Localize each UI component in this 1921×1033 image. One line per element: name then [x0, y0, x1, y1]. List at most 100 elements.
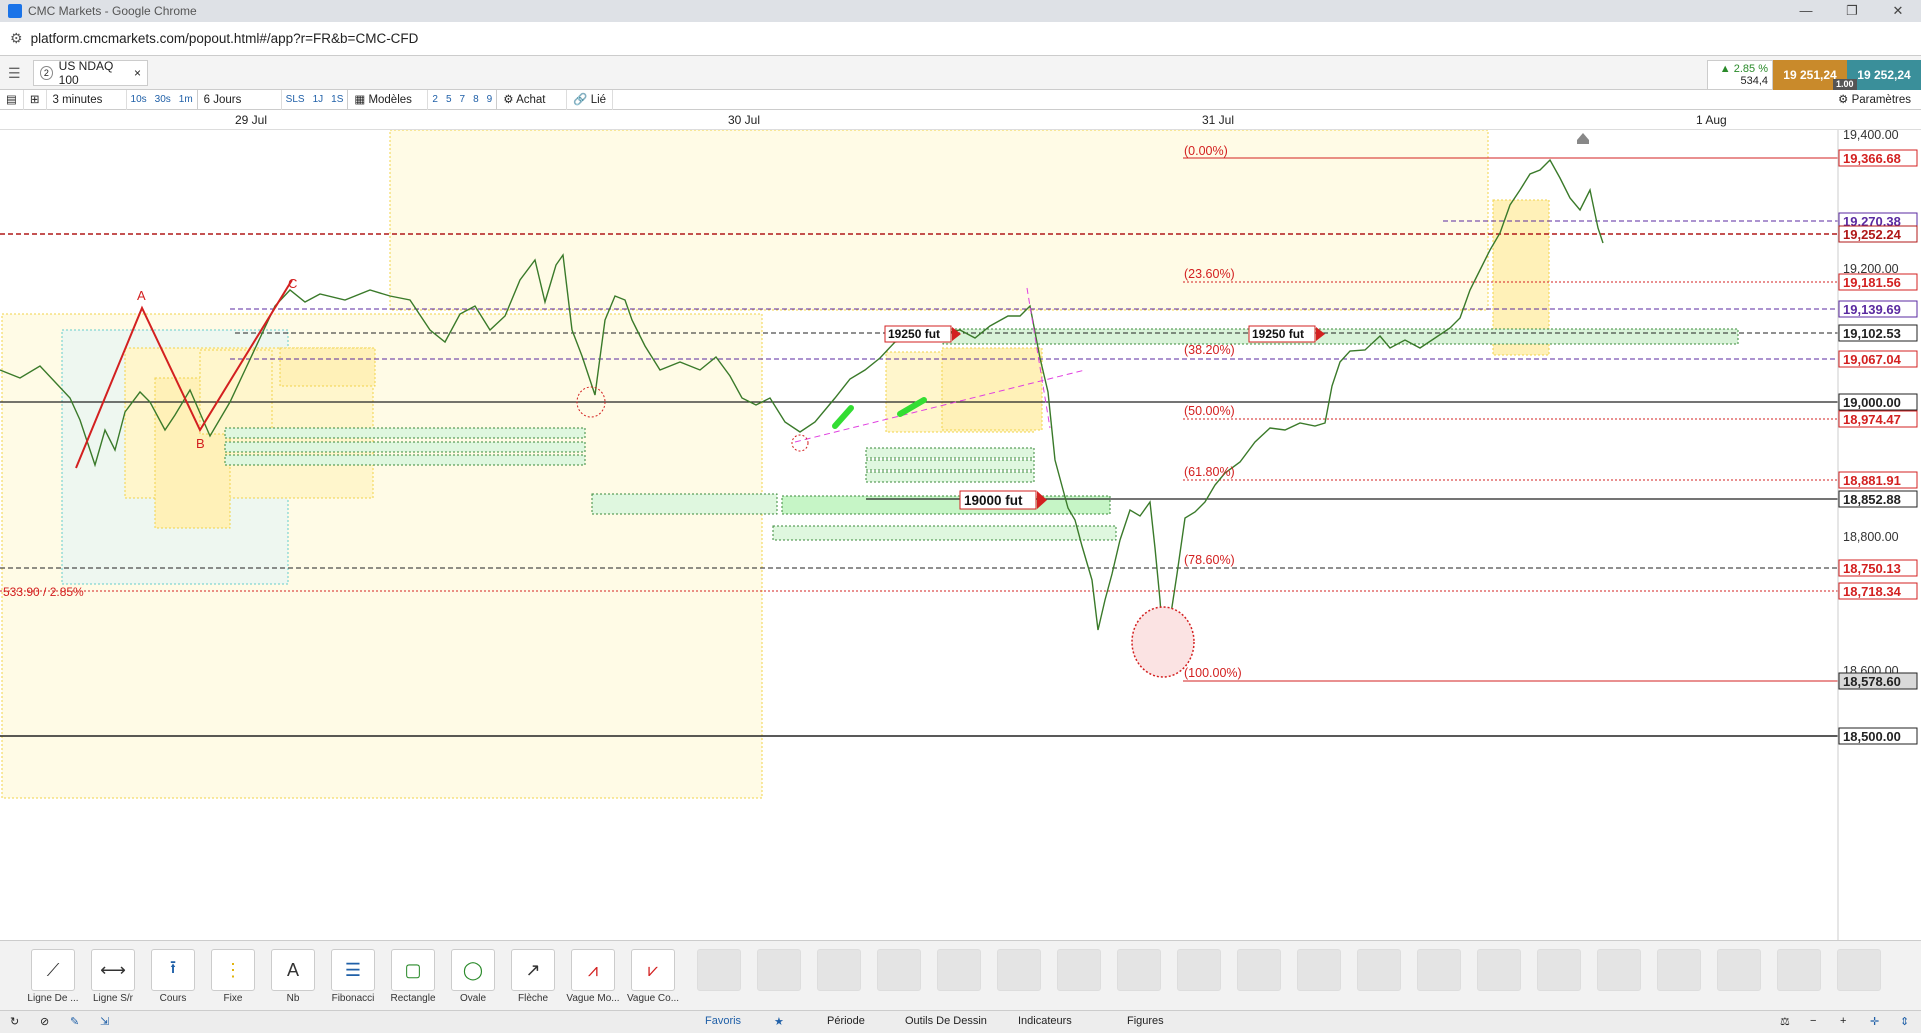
price-label: 18,881.91: [1843, 473, 1901, 488]
cursor-icon[interactable]: ⇲: [100, 1015, 109, 1028]
model-9[interactable]: 9: [483, 89, 498, 110]
models-label: Modèles: [368, 93, 412, 106]
empty-tool-slot[interactable]: [870, 949, 928, 993]
empty-tool-slot[interactable]: [1470, 949, 1528, 993]
tab-favorites[interactable]: Favoris: [705, 1015, 741, 1027]
wave-c-label: C: [288, 276, 297, 291]
url-text[interactable]: platform.cmcmarkets.com/popout.html#/app…: [31, 31, 419, 46]
empty-tool-slot[interactable]: [750, 949, 808, 993]
interval-1m[interactable]: 1m: [175, 89, 198, 110]
site-info-icon[interactable]: ⚙: [10, 30, 23, 47]
close-icon[interactable]: ✕: [1875, 0, 1921, 22]
menu-icon[interactable]: ☰: [8, 65, 21, 82]
empty-tool-slot[interactable]: [1530, 949, 1588, 993]
chart-svg[interactable]: A B C (0.00%) (23.60%) (38.20%) (50.00%)…: [0, 128, 1921, 940]
linked-toggle[interactable]: 🔗 Lié: [567, 89, 614, 110]
interval-10s[interactable]: 10s: [127, 90, 151, 110]
tool-sr-line[interactable]: ⟷ Ligne S/r: [84, 949, 142, 1005]
empty-tool-slot[interactable]: [1170, 949, 1228, 993]
empty-tool-slot[interactable]: [1050, 949, 1108, 993]
chrome-app-icon: [8, 4, 22, 18]
empty-tool-slot[interactable]: [1650, 949, 1708, 993]
tool-rectangle[interactable]: ▢ Rectangle: [384, 949, 442, 1005]
minimize-icon[interactable]: —: [1783, 0, 1829, 22]
fib-label: (61.80%): [1184, 465, 1235, 479]
range-1j[interactable]: 1J: [309, 90, 328, 110]
buy-label: Achat: [516, 93, 546, 106]
interval-select[interactable]: 3 minutes: [47, 89, 127, 110]
empty-tool-slot[interactable]: [1110, 949, 1168, 993]
empty-tool-slot[interactable]: [1770, 949, 1828, 993]
empty-tool-slot[interactable]: [1290, 949, 1348, 993]
empty-tool-slot[interactable]: [1350, 949, 1408, 993]
empty-tool-slot[interactable]: [1710, 949, 1768, 993]
tab-indicators[interactable]: Indicateurs: [1018, 1015, 1072, 1027]
buy-toggle[interactable]: ⚙ Achat: [497, 89, 568, 110]
model-8[interactable]: 8: [469, 90, 483, 110]
empty-tool-slot[interactable]: [1410, 949, 1468, 993]
home-icon[interactable]: [1577, 133, 1589, 144]
tab-drawing-tools[interactable]: Outils De Dessin: [905, 1015, 987, 1027]
support-zone: [224, 454, 586, 466]
model-7[interactable]: 7: [456, 90, 470, 110]
link-icon: 🔗: [573, 93, 591, 106]
instrument-tab[interactable]: 2 US NDAQ 100 ×: [33, 59, 148, 87]
tool-fixed[interactable]: ⋮ Fixe: [204, 949, 262, 1005]
tool-fibonacci[interactable]: ☰ Fibonacci: [324, 949, 382, 1005]
price-label: 19,067.04: [1843, 352, 1902, 367]
price-label: 18,852.88: [1843, 492, 1901, 507]
crosshair-icon[interactable]: ✛: [1870, 1015, 1879, 1028]
empty-tool-slot[interactable]: [810, 949, 868, 993]
zoom-out-icon[interactable]: −: [1810, 1015, 1816, 1027]
model-2[interactable]: 2: [428, 90, 442, 110]
block-icon[interactable]: ⊘: [40, 1015, 49, 1028]
empty-tool-slot[interactable]: [690, 949, 748, 993]
fit-icon[interactable]: ⇕: [1900, 1015, 1909, 1028]
fut-label: 19250 fut: [1252, 327, 1304, 341]
fibonacci-icon: ☰: [331, 949, 375, 991]
adjust-icon[interactable]: ⚖: [1780, 1015, 1790, 1028]
buy-button[interactable]: 19 252,24 1.00: [1833, 60, 1921, 90]
model-5[interactable]: 5: [442, 90, 456, 110]
settings-label: Paramètres: [1851, 94, 1911, 106]
range-1s[interactable]: 1S: [327, 89, 349, 110]
fib-label: (100.00%): [1184, 666, 1242, 680]
tool-oval[interactable]: ◯ Ovale: [444, 949, 502, 1005]
tool-trend-line[interactable]: ⟋ Ligne De ...: [24, 949, 82, 1005]
interval-30s[interactable]: 30s: [151, 90, 175, 110]
price-tick: 18,800.00: [1843, 530, 1899, 544]
models-button[interactable]: ▦ Modèles: [348, 89, 429, 110]
empty-slot-icon: [1057, 949, 1101, 991]
date-axis: 29 Jul 30 Jul 31 Jul 1 Aug: [0, 110, 1921, 130]
buy-icon: ⚙: [503, 93, 517, 106]
tool-wave-motive[interactable]: ⩘ Vague Mo...: [564, 949, 622, 1005]
empty-tool-slot[interactable]: [1830, 949, 1888, 993]
tool-price[interactable]: ⭱ Cours: [144, 949, 202, 1005]
tool-text[interactable]: A Nb: [264, 949, 322, 1005]
price-chart[interactable]: A B C (0.00%) (23.60%) (38.20%) (50.00%)…: [0, 128, 1921, 940]
list-view-icon[interactable]: ▤: [0, 89, 24, 110]
zoom-in-icon[interactable]: +: [1840, 1015, 1846, 1027]
price-tick: 19,400.00: [1843, 130, 1899, 142]
tab-period[interactable]: Période: [827, 1015, 865, 1027]
zone-rect: [199, 349, 273, 435]
tool-arrow[interactable]: ↗ Flèche: [504, 949, 562, 1005]
empty-tool-slot[interactable]: [990, 949, 1048, 993]
grid-view-icon[interactable]: ⊞: [24, 89, 47, 110]
settings-button[interactable]: ⚙ Paramètres: [1838, 90, 1911, 110]
pen-icon[interactable]: ✎: [70, 1015, 79, 1028]
price-label: 18,750.13: [1843, 561, 1901, 576]
close-tab-icon[interactable]: ×: [134, 66, 141, 80]
tab-figures[interactable]: Figures: [1127, 1015, 1164, 1027]
refresh-icon[interactable]: ↻: [10, 1015, 19, 1028]
restore-icon[interactable]: ❐: [1829, 0, 1875, 22]
empty-tool-slot[interactable]: [1230, 949, 1288, 993]
range-label: 533.90 / 2.85%: [3, 585, 84, 599]
price-label: 19,000.00: [1843, 395, 1901, 410]
range-sls[interactable]: SLS: [282, 90, 309, 110]
star-icon[interactable]: ★: [774, 1015, 784, 1028]
empty-tool-slot[interactable]: [930, 949, 988, 993]
tool-wave-corrective[interactable]: ⩗ Vague Co...: [624, 949, 682, 1005]
empty-tool-slot[interactable]: [1590, 949, 1648, 993]
range-select[interactable]: 6 Jours: [198, 89, 282, 110]
